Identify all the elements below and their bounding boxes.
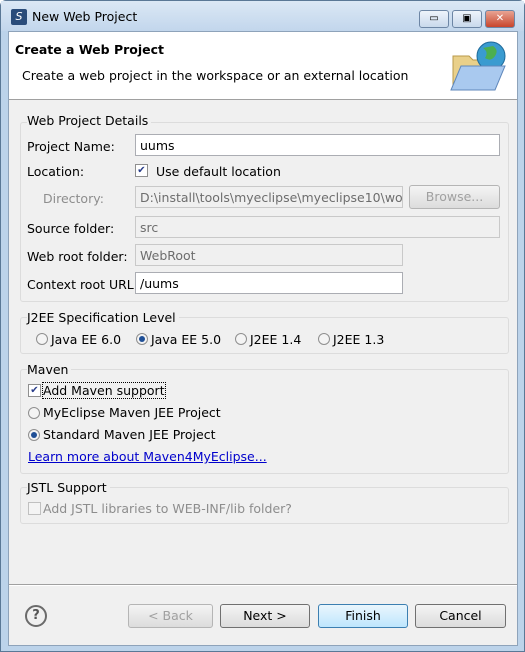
radio-standard-maven[interactable] [28,429,40,441]
dialog-window: S New Web Project ▭ ▣ ✕ Create a Web Pro… [0,0,525,652]
page-title: Create a Web Project [15,42,165,57]
group-label-jstl: JSTL Support [27,480,110,495]
browse-button[interactable]: Browse... [409,185,500,209]
add-jstl-label: Add JSTL libraries to WEB-INF/lib folder… [43,501,292,516]
source-folder-input[interactable]: src [135,216,500,238]
web-root-input[interactable]: WebRoot [135,244,403,266]
use-default-location-label: Use default location [156,164,281,179]
project-name-input[interactable]: uums [135,134,500,156]
finish-button[interactable]: Finish [318,604,408,628]
footer-separator [9,584,517,586]
title-bar: S New Web Project ▭ ▣ ✕ [1,1,524,31]
radio-label-j2ee-1-3: J2EE 1.3 [333,332,385,347]
next-button[interactable]: Next > [220,604,310,628]
source-folder-label: Source folder: [27,221,115,236]
radio-label-java-ee-5: Java EE 5.0 [151,332,222,347]
location-label: Location: [27,164,85,179]
back-button[interactable]: < Back [128,604,213,628]
close-button[interactable]: ✕ [485,10,515,28]
dialog-body: Create a Web Project Create a web projec… [8,31,518,646]
context-root-label: Context root URL: [27,277,138,292]
group-label-details: Web Project Details [27,113,152,128]
minimize-button[interactable]: ▭ [419,10,449,28]
radio-java-ee-5[interactable] [136,333,148,345]
wizard-header: Create a Web Project Create a web projec… [9,32,517,100]
project-name-label: Project Name: [27,139,115,154]
add-jstl-checkbox[interactable] [28,502,41,515]
radio-java-ee-6[interactable] [36,333,48,345]
directory-input[interactable]: D:\install\tools\myeclipse\myeclipse10\w… [135,186,403,208]
radio-myeclipse-maven[interactable] [28,407,40,419]
radio-label-standard-maven: Standard Maven JEE Project [43,427,216,442]
directory-label: Directory: [43,191,104,206]
web-root-label: Web root folder: [27,249,128,264]
cancel-button[interactable]: Cancel [415,604,506,628]
maven-learn-more-link[interactable]: Learn more about Maven4MyEclipse... [28,449,267,464]
context-root-input[interactable]: /uums [135,272,403,294]
group-label-j2ee: J2EE Specification Level [27,310,179,325]
radio-j2ee-1-3[interactable] [318,333,330,345]
radio-label-j2ee-1-4: J2EE 1.4 [250,332,302,347]
help-icon[interactable]: ? [25,605,47,627]
radio-label-myeclipse-maven: MyEclipse Maven JEE Project [43,405,221,420]
maximize-button[interactable]: ▣ [452,10,482,28]
use-default-location-checkbox[interactable]: ✔ [135,164,148,177]
radio-label-java-ee-6: Java EE 6.0 [51,332,122,347]
page-description: Create a web project in the workspace or… [22,68,409,83]
myeclipse-icon: S [11,9,27,25]
radio-j2ee-1-4[interactable] [235,333,247,345]
group-label-maven: Maven [27,362,72,377]
add-maven-support-label: Add Maven support [42,382,166,399]
add-maven-support-checkbox[interactable]: ✔ [28,384,41,397]
folder-globe-icon [450,41,506,91]
window-title: New Web Project [32,9,138,24]
